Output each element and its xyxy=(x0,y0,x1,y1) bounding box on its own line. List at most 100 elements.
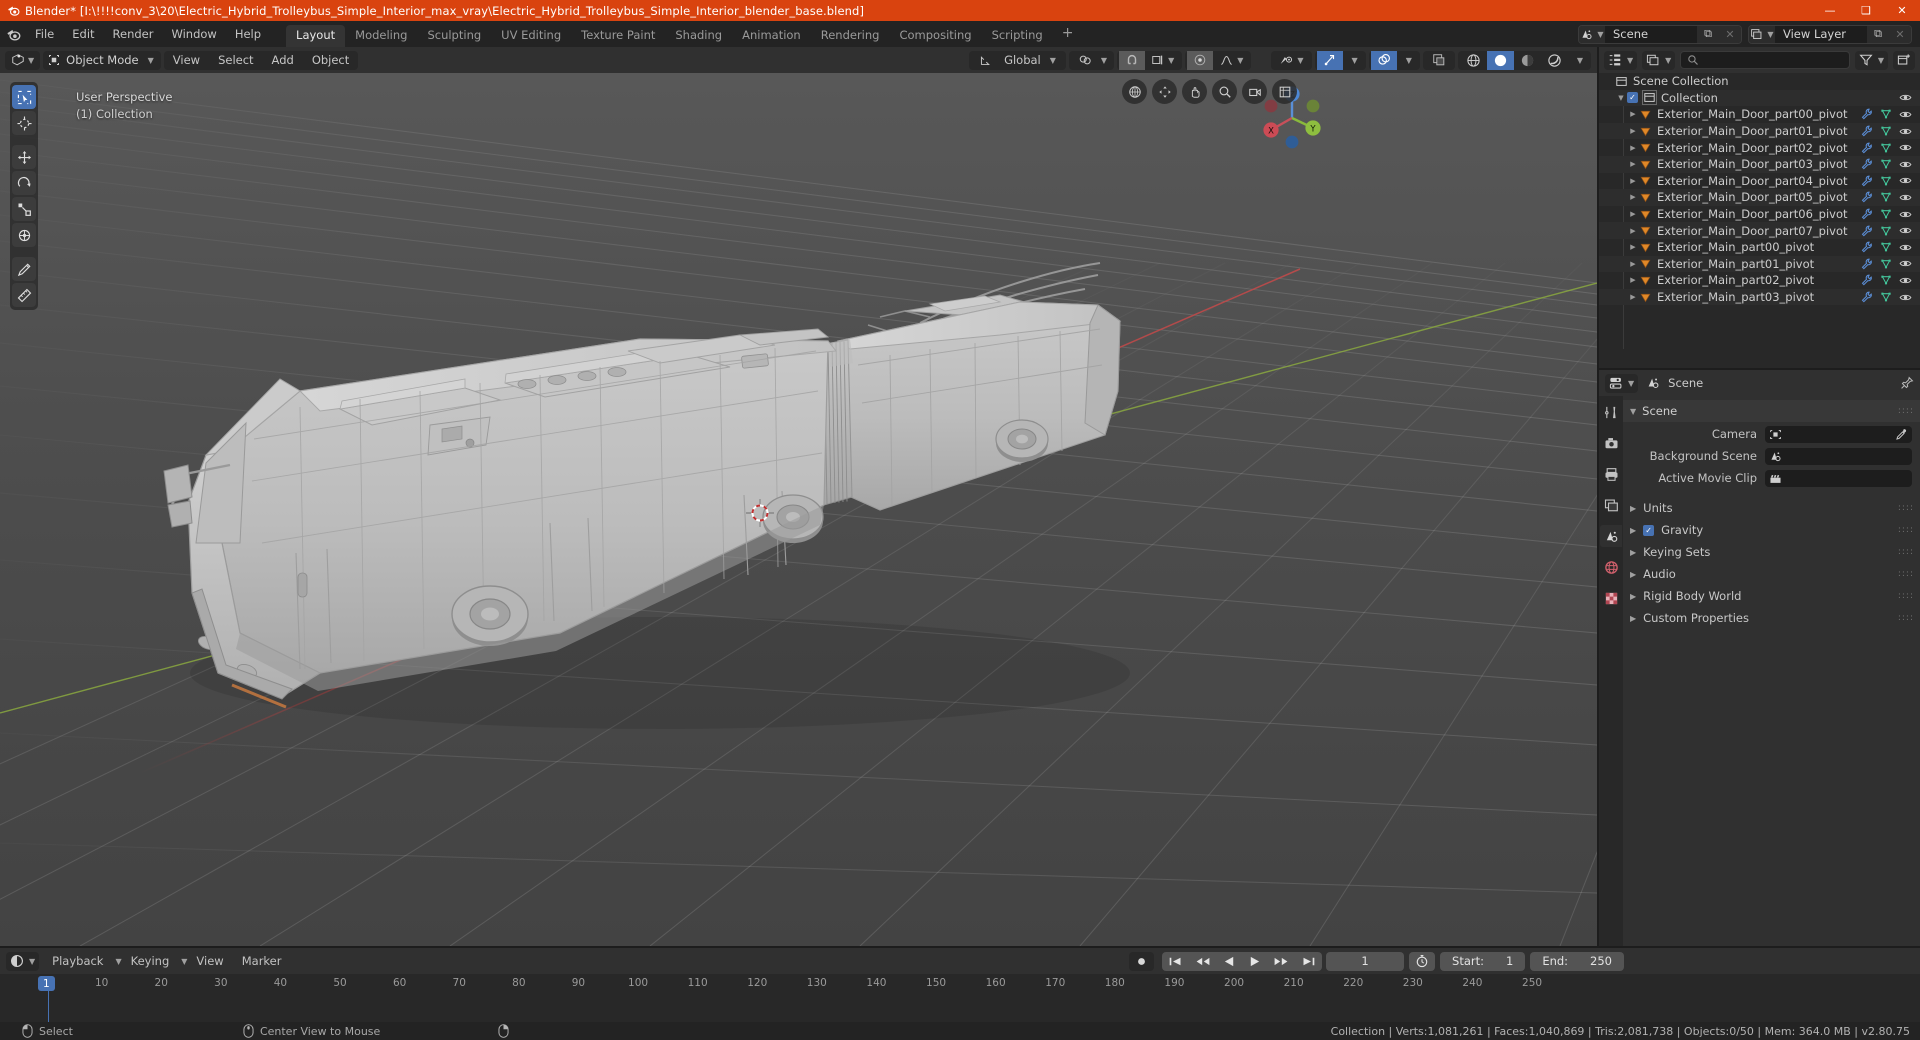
eye-visibility-icon[interactable] xyxy=(1899,291,1912,304)
xray-toggle-icon[interactable] xyxy=(1426,51,1452,70)
snap-increment-icon[interactable]: ▼ xyxy=(1145,51,1180,70)
play-icon[interactable] xyxy=(1242,952,1267,971)
eye-visibility-icon[interactable] xyxy=(1899,125,1912,138)
mesh-data-icon[interactable] xyxy=(1880,191,1892,203)
record-icon[interactable] xyxy=(1129,952,1154,971)
viewport-menu-object[interactable]: Object xyxy=(303,51,358,70)
viewport-menu-select[interactable]: Select xyxy=(209,51,262,70)
timeline-editor[interactable]: 10 20 30 40 50 60 70 80 90 100 110 120 130 140 150 160 1… xyxy=(0,974,1920,1022)
section-checkbox[interactable]: ✓ xyxy=(1643,524,1655,536)
outliner-row[interactable]: ▶ Exterior_Main_Door_part02_pivot xyxy=(1599,139,1920,156)
chevron-right-icon[interactable]: ▶ xyxy=(1627,110,1639,118)
editor-type-3dview-icon[interactable]: ▼ xyxy=(5,51,40,70)
chevron-right-icon[interactable]: ▶ xyxy=(1627,177,1639,185)
close-button[interactable]: ✕ xyxy=(1884,0,1920,21)
eye-visibility-icon[interactable] xyxy=(1899,191,1912,204)
timeline-ruler[interactable]: 10 20 30 40 50 60 70 80 90 100 110 120 130 140 150 160 1… xyxy=(0,974,1920,994)
outliner-row[interactable]: ▶ Exterior_Main_Door_part01_pivot xyxy=(1599,122,1920,140)
overlays-options-chevron-down-icon[interactable]: ▼ xyxy=(1397,51,1418,70)
magnify-icon[interactable] xyxy=(1212,79,1237,104)
chevron-right-icon[interactable]: ▶ xyxy=(1627,193,1639,201)
cursor-tool[interactable] xyxy=(12,111,36,135)
tab-compositing[interactable]: Compositing xyxy=(889,25,981,48)
transform-tool[interactable] xyxy=(12,223,36,247)
properties-section-gravity[interactable]: ▶ ✓ Gravity:::: xyxy=(1623,520,1920,540)
outliner-tree[interactable]: Scene Collection ▼ ✓ Collection ▶ Exterior_Ma… xyxy=(1599,73,1920,368)
next-keyframe-icon[interactable] xyxy=(1267,952,1295,971)
outliner-row[interactable]: ▶ Exterior_Main_Door_part04_pivot xyxy=(1599,173,1920,190)
shading-options-chevron-down-icon[interactable]: ▼ xyxy=(1568,51,1589,70)
xray-toggle[interactable] xyxy=(1422,50,1455,70)
proportional-edit-icon[interactable] xyxy=(1187,50,1214,70)
checker-texture-icon[interactable] xyxy=(1600,587,1622,609)
outliner-row[interactable]: ▶ Exterior_Main_Door_part06_pivot xyxy=(1599,206,1920,223)
zoom-camera-icon[interactable] xyxy=(1122,79,1147,104)
jump-end-icon[interactable] xyxy=(1295,952,1322,971)
scene-name[interactable]: Scene xyxy=(1605,25,1697,43)
timeline-menu-marker[interactable]: Marker xyxy=(233,951,291,971)
move-view-icon[interactable] xyxy=(1152,79,1177,104)
maximize-button[interactable]: ❑ xyxy=(1848,0,1884,21)
minimize-button[interactable]: — xyxy=(1812,0,1848,21)
mesh-data-icon[interactable] xyxy=(1880,208,1892,220)
tab-scripting[interactable]: Scripting xyxy=(982,25,1053,48)
jump-start-icon[interactable] xyxy=(1162,952,1189,971)
tab-sculpting[interactable]: Sculpting xyxy=(417,25,491,48)
outliner-row[interactable]: ▶ Exterior_Main_Door_part07_pivot xyxy=(1599,222,1920,239)
active-movie-clip-field[interactable] xyxy=(1765,469,1912,487)
chevron-right-icon[interactable]: ▶ xyxy=(1627,144,1639,152)
outliner-row[interactable]: ▶ Exterior_Main_Door_part03_pivot xyxy=(1599,155,1920,173)
move-tool[interactable] xyxy=(12,145,36,169)
hand-pan-icon[interactable] xyxy=(1182,79,1207,104)
properties-section-keying-sets[interactable]: ▶ Keying Sets:::: xyxy=(1623,542,1920,562)
chevron-right-icon[interactable]: ▶ xyxy=(1627,293,1639,301)
tab-shading[interactable]: Shading xyxy=(665,25,732,48)
smooth-falloff-icon[interactable]: ▼ xyxy=(1213,51,1249,70)
outliner-row[interactable]: ▶ Exterior_Main_part00_pivot xyxy=(1599,239,1920,256)
pin-icon[interactable] xyxy=(1900,376,1914,390)
menu-file[interactable]: File xyxy=(26,24,63,44)
chevron-right-icon[interactable]: ▶ xyxy=(1627,243,1639,251)
menu-render[interactable]: Render xyxy=(104,24,163,44)
viewport-menu-add[interactable]: Add xyxy=(263,51,303,70)
mesh-data-icon[interactable] xyxy=(1880,125,1892,137)
viewport-menu-view[interactable]: View xyxy=(164,51,209,70)
mesh-data-icon[interactable] xyxy=(1880,108,1892,120)
editor-type-selector[interactable]: ▼ xyxy=(5,50,41,70)
chevron-down-icon[interactable]: ▼ xyxy=(1615,94,1627,102)
overlays-icon[interactable] xyxy=(1370,50,1397,70)
chevron-right-icon[interactable]: ▶ xyxy=(1627,227,1639,235)
world-globe-icon[interactable] xyxy=(1600,556,1622,578)
stopwatch-icon[interactable] xyxy=(1409,952,1435,971)
new-view-layer-button[interactable]: ⧉ xyxy=(1867,25,1889,43)
timeline-menu-view[interactable]: View xyxy=(187,951,232,971)
trolleybus-3d-model[interactable] xyxy=(0,73,1597,946)
timeline-menu-keying[interactable]: Keying xyxy=(122,951,179,971)
eye-visibility-icon[interactable] xyxy=(1899,158,1912,171)
menu-window[interactable]: Window xyxy=(162,24,225,44)
toggle-ortho-icon[interactable] xyxy=(1272,79,1297,104)
transform-orientation-dropdown[interactable]: Global ▼ xyxy=(969,50,1066,70)
view-layer-selector[interactable]: ▼ View Layer ⧉ ✕ xyxy=(1748,24,1912,44)
outliner-row[interactable]: ▶ Exterior_Main_part02_pivot xyxy=(1599,272,1920,289)
images-icon[interactable] xyxy=(1600,494,1622,516)
modifier-wrench-icon[interactable] xyxy=(1861,274,1873,286)
3d-viewport[interactable]: User Perspective (1) Collection X Y xyxy=(0,73,1597,946)
eye-visibility-icon[interactable] xyxy=(1899,174,1912,187)
unlink-scene-button[interactable]: ✕ xyxy=(1719,25,1741,43)
gizmo-options-chevron-down-icon[interactable]: ▼ xyxy=(1343,51,1364,70)
scene-cone-icon[interactable] xyxy=(1600,525,1622,547)
outliner-row[interactable]: ▼ ✓ Collection xyxy=(1599,89,1920,107)
interaction-mode-dropdown[interactable]: Object Mode ▼ xyxy=(43,50,161,70)
play-reverse-icon[interactable] xyxy=(1217,952,1242,971)
properties-section-units[interactable]: ▶ Units:::: xyxy=(1623,498,1920,518)
mesh-data-icon[interactable] xyxy=(1880,175,1892,187)
remove-view-layer-button[interactable]: ✕ xyxy=(1889,25,1911,43)
new-collection-icon[interactable] xyxy=(1893,50,1915,70)
collection-checkbox[interactable]: ✓ xyxy=(1627,92,1638,104)
shading-wireframe-button[interactable] xyxy=(1460,51,1487,70)
outliner-row[interactable]: Scene Collection xyxy=(1599,73,1920,90)
gizmo-icon[interactable] xyxy=(1316,50,1343,70)
modifier-wrench-icon[interactable] xyxy=(1861,258,1873,270)
view-layer-name[interactable]: View Layer xyxy=(1775,25,1867,43)
